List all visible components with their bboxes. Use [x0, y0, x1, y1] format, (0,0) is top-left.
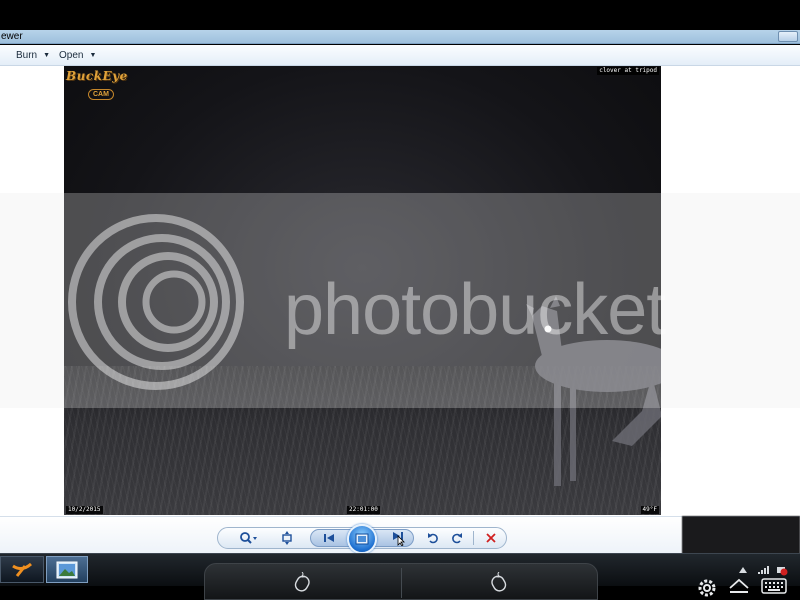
- delete-icon: [486, 533, 496, 543]
- rotate-counterclockwise-icon: [428, 533, 438, 544]
- screen: ewer Burn ▼ Open ▼ BuckEye CAM clover at t…: [0, 0, 800, 600]
- on-screen-keyboard-button[interactable]: [760, 577, 788, 595]
- signal-indicator[interactable]: [758, 566, 770, 574]
- fit-to-window-button[interactable]: [276, 528, 298, 548]
- start-button[interactable]: [0, 556, 44, 583]
- start-icon: [12, 562, 32, 577]
- rotate-clockwise-button[interactable]: [446, 528, 468, 548]
- rotate-counterclockwise-button[interactable]: [422, 528, 444, 548]
- menu-burn-label: Burn: [16, 50, 38, 61]
- menu-bar: Burn ▼ Open ▼: [0, 45, 800, 66]
- tray-arrow-icon: [739, 567, 747, 573]
- mouse-left-click-button[interactable]: [291, 571, 313, 593]
- eject-button[interactable]: [726, 577, 752, 595]
- notification-popup[interactable]: [682, 516, 800, 554]
- slideshow-button[interactable]: [347, 524, 377, 554]
- window-control-button[interactable]: [778, 31, 798, 42]
- settings-icon: [698, 579, 716, 597]
- touch-mouse-divider: [401, 568, 402, 598]
- previous-button[interactable]: [318, 528, 340, 548]
- next-icon: [393, 532, 405, 546]
- signal-icon: [758, 566, 769, 574]
- control-pill: [217, 524, 507, 554]
- delete-button[interactable]: [480, 528, 502, 548]
- watermark-logo-icon: [68, 214, 244, 390]
- camera-brand-logo: BuckEye CAM: [66, 69, 138, 100]
- touch-mouse-panel: [204, 563, 598, 600]
- menu-open-label: Open: [59, 50, 84, 61]
- top-letterbox: [0, 0, 800, 30]
- next-button[interactable]: [388, 528, 410, 548]
- photo-viewer-taskbar-button[interactable]: [46, 556, 88, 583]
- fit-to-window-icon: [282, 531, 292, 545]
- watermark-text: photobucket: [284, 270, 666, 350]
- zoom-button[interactable]: [236, 528, 262, 548]
- control-divider: [473, 531, 474, 545]
- brand-logo-line1: BuckEye: [66, 69, 128, 83]
- status-indicator[interactable]: [776, 564, 788, 576]
- photo-time: 22:01:00: [347, 506, 380, 514]
- photo-caption: clover at tripod: [597, 67, 659, 75]
- settings-button[interactable]: [696, 577, 718, 599]
- chevron-down-icon: ▼: [89, 52, 97, 59]
- menu-open[interactable]: Open ▼: [59, 45, 96, 66]
- zoom-icon: [240, 532, 257, 544]
- status-icon: [777, 567, 788, 576]
- taskbar: [0, 553, 800, 600]
- system-tray: [696, 553, 800, 600]
- photo-date: 10/2/2015: [66, 506, 103, 514]
- viewer-control-bar: [0, 516, 800, 554]
- mouse-right-click-icon: [491, 572, 507, 592]
- slideshow-icon: [355, 533, 369, 545]
- window-title: ewer: [1, 31, 23, 42]
- window-titlebar[interactable]: ewer: [0, 30, 800, 44]
- menu-burn[interactable]: Burn ▼: [16, 45, 50, 66]
- eject-icon: [729, 578, 749, 593]
- previous-icon: [324, 534, 334, 542]
- keyboard-icon: [761, 578, 787, 594]
- photo-temperature: 49°F: [640, 506, 659, 514]
- rotate-clockwise-icon: [452, 533, 462, 544]
- brand-logo-line2: CAM: [88, 89, 114, 100]
- mouse-right-click-button[interactable]: [488, 571, 510, 593]
- mouse-left-click-icon: [294, 572, 310, 592]
- tray-expand-button[interactable]: [738, 566, 748, 574]
- chevron-down-icon: ▼: [43, 52, 51, 59]
- photo-viewer-app-icon: [56, 561, 78, 578]
